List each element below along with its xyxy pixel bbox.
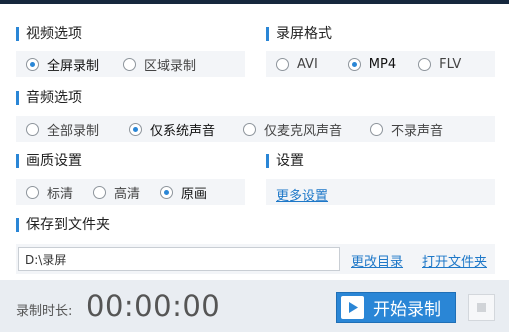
radio-audio-system-only[interactable]: 仅系统声音 — [129, 120, 215, 139]
save-folder-title: 保存到文件夹 — [16, 216, 110, 234]
audio-options-title: 音频选项 — [16, 89, 82, 107]
stop-record-button[interactable] — [468, 294, 495, 321]
play-icon — [341, 296, 364, 319]
radio-dot — [243, 122, 257, 136]
radio-label: AVI — [297, 56, 318, 72]
quality-settings-group: 标清 高清 原画 — [26, 179, 207, 205]
radio-format-avi[interactable]: AVI — [276, 57, 318, 72]
audio-options-group: 全部录制 仅系统声音 仅麦克风声音 不录声音 — [26, 116, 443, 142]
start-record-label: 开始录制 — [373, 300, 441, 320]
radio-label: 原画 — [181, 186, 208, 202]
record-format-group: AVI MP4 FLV — [276, 51, 461, 77]
radio-label: 高清 — [114, 186, 141, 202]
window-top-border — [0, 0, 509, 4]
radio-dot — [370, 122, 384, 136]
radio-label: 区域录制 — [144, 58, 197, 74]
radio-dot — [26, 122, 39, 136]
radio-audio-all[interactable]: 全部录制 — [26, 120, 99, 139]
radio-dot — [123, 57, 137, 71]
save-path-field[interactable] — [18, 247, 340, 271]
radio-audio-mic-only[interactable]: 仅麦克风声音 — [243, 120, 342, 139]
radio-quality-original[interactable]: 原画 — [160, 183, 207, 202]
radio-audio-none[interactable]: 不录声音 — [370, 120, 443, 139]
radio-label: 全部录制 — [47, 123, 100, 139]
open-folder-link[interactable]: 打开文件夹 — [422, 251, 487, 270]
radio-format-flv[interactable]: FLV — [418, 57, 461, 72]
more-settings-link[interactable]: 更多设置 — [276, 185, 328, 204]
radio-label: 不录声音 — [391, 123, 444, 139]
radio-label: FLV — [439, 56, 462, 72]
radio-dot — [93, 185, 107, 199]
radio-format-mp4[interactable]: MP4 — [347, 56, 397, 72]
radio-label: 仅系统声音 — [150, 123, 216, 139]
radio-dot — [347, 57, 361, 71]
record-duration-label: 录制时长: — [16, 304, 73, 319]
radio-label: 标清 — [47, 186, 74, 202]
radio-quality-sd[interactable]: 标清 — [26, 183, 73, 202]
settings-title: 设置 — [266, 152, 304, 170]
radio-dot — [418, 57, 432, 71]
radio-quality-hd[interactable]: 高清 — [93, 183, 140, 202]
record-timer: 00:00:00 — [86, 289, 221, 323]
radio-dot — [26, 185, 39, 199]
radio-label: MP4 — [368, 56, 397, 72]
radio-dot — [160, 185, 174, 199]
radio-fullscreen-record[interactable]: 全屏录制 — [26, 55, 99, 74]
change-directory-link[interactable]: 更改目录 — [351, 251, 403, 270]
video-options-title: 视频选项 — [16, 25, 82, 43]
radio-label: 仅麦克风声音 — [264, 123, 343, 139]
radio-dot — [276, 57, 289, 71]
quality-settings-title: 画质设置 — [16, 152, 82, 170]
radio-dot — [129, 122, 143, 136]
radio-region-record[interactable]: 区域录制 — [123, 55, 196, 74]
stop-icon — [477, 303, 486, 312]
start-record-button[interactable]: 开始录制 — [336, 292, 456, 323]
record-format-title: 录屏格式 — [266, 25, 332, 43]
video-options-group: 全屏录制 区域录制 — [26, 51, 196, 77]
radio-label: 全屏录制 — [47, 58, 100, 74]
radio-dot — [26, 57, 39, 71]
